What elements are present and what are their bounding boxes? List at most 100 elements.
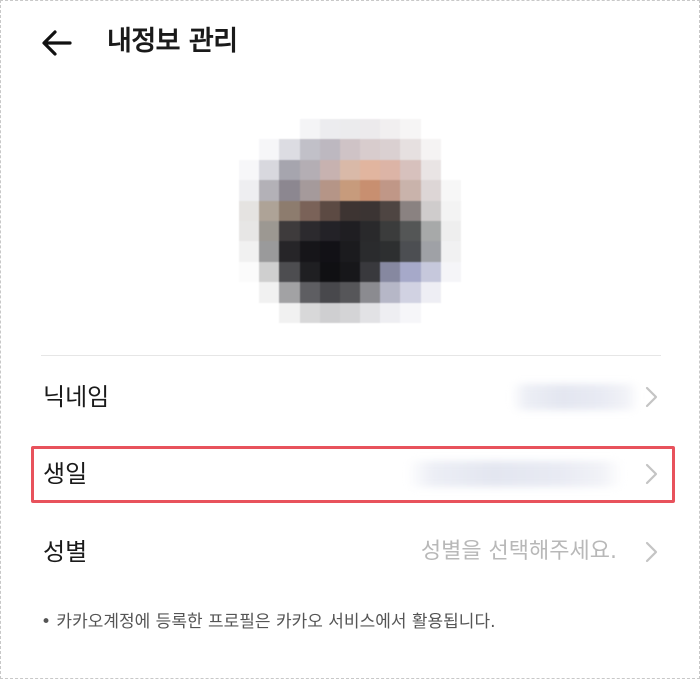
- avatar-pixel: [339, 119, 361, 140]
- avatar-pixel: [319, 282, 340, 303]
- avatar-pixel: [239, 282, 260, 303]
- avatar-pixel: [279, 241, 300, 262]
- avatar-pixel: [380, 159, 401, 181]
- avatar-pixel: [360, 241, 381, 262]
- avatar-pixel: [279, 302, 300, 323]
- avatar-pixel: [239, 119, 260, 140]
- chevron-right-icon: [645, 386, 658, 408]
- avatar-pixel: [299, 282, 320, 303]
- avatar-pixel: [299, 220, 320, 242]
- back-button[interactable]: [37, 23, 77, 63]
- avatar-pixel: [259, 119, 280, 140]
- avatar-pixel: [259, 220, 280, 242]
- avatar-pixel: [380, 302, 401, 323]
- avatar-pixel: [360, 220, 381, 242]
- avatar-pixel: [279, 119, 300, 140]
- avatar-pixel: [380, 220, 401, 242]
- avatar-pixel: [440, 139, 461, 160]
- avatar-pixel: [239, 261, 260, 283]
- avatar-pixel: [360, 302, 381, 323]
- birthday-label: 생일: [43, 460, 88, 488]
- avatar-pixel: [299, 119, 320, 140]
- avatar-pixel: [239, 241, 260, 262]
- gender-placeholder: 성별을 선택해주세요.: [420, 539, 617, 564]
- avatar-pixel: [380, 282, 401, 303]
- gender-label: 성별: [43, 538, 88, 566]
- avatar-pixel: [299, 180, 320, 201]
- avatar-pixel: [400, 200, 421, 221]
- avatar-pixel: [360, 282, 381, 303]
- gender-row[interactable]: 성별 성별을 선택해주세요.: [41, 522, 661, 582]
- avatar-pixel: [420, 241, 441, 262]
- avatar-pixel: [360, 200, 381, 221]
- avatar-pixel: [239, 302, 260, 323]
- avatar-pixel: [319, 180, 340, 201]
- avatar-pixel: [360, 139, 381, 160]
- avatar-pixel: [360, 159, 381, 181]
- avatar-pixel: [339, 200, 361, 221]
- avatar-pixel: [239, 139, 260, 160]
- app-frame: 내정보 관리 닉네임 생일 성별 성별을 선택해주세요. • 카카오계정에 등록…: [0, 0, 700, 679]
- avatar-pixel: [279, 282, 300, 303]
- avatar-pixel: [259, 159, 280, 181]
- avatar-pixel: [420, 139, 441, 160]
- avatar-pixel: [239, 180, 260, 201]
- avatar-pixel: [239, 159, 260, 181]
- header: 내정보 관리: [1, 1, 699, 85]
- avatar-pixel: [400, 180, 421, 201]
- avatar-pixel: [259, 180, 280, 201]
- info-note: • 카카오계정에 등록한 프로필은 카카오 서비스에서 활용됩니다.: [41, 612, 496, 632]
- avatar-pixel: [400, 241, 421, 262]
- avatar-pixel: [299, 159, 320, 181]
- avatar-pixel: [420, 180, 441, 201]
- chevron-right-icon: [645, 541, 658, 563]
- avatar-pixel: [380, 119, 401, 140]
- avatar-pixel: [339, 261, 361, 283]
- avatar-pixel: [319, 241, 340, 262]
- birthday-row[interactable]: 생일: [41, 444, 661, 504]
- avatar-pixel: [380, 261, 401, 283]
- avatar-pixel: [440, 220, 461, 242]
- avatar-pixel: [380, 200, 401, 221]
- avatar-pixel: [360, 180, 381, 201]
- avatar-pixel: [259, 302, 280, 323]
- avatar-pixel: [279, 200, 300, 221]
- avatar-pixel: [319, 302, 340, 323]
- profile-avatar[interactable]: [239, 119, 461, 323]
- avatar-pixel: [400, 220, 421, 242]
- nickname-row[interactable]: 닉네임: [41, 367, 661, 427]
- avatar-pixel: [400, 261, 421, 283]
- avatar-pixel: [360, 119, 381, 140]
- avatar-pixel: [420, 220, 441, 242]
- avatar-pixel: [440, 261, 461, 283]
- chevron-right-icon: [645, 463, 658, 485]
- avatar-pixel: [339, 139, 361, 160]
- avatar-pixel: [420, 200, 441, 221]
- avatar-pixel: [400, 159, 421, 181]
- avatar-pixel: [259, 261, 280, 283]
- avatar-pixel: [400, 119, 421, 140]
- avatar-pixel: [319, 261, 340, 283]
- avatar-pixel: [420, 302, 441, 323]
- avatar-pixel: [360, 261, 381, 283]
- avatar-image: [239, 119, 461, 323]
- avatar-pixel: [339, 282, 361, 303]
- avatar-pixel: [339, 220, 361, 242]
- avatar-pixel: [319, 220, 340, 242]
- birthday-value-redacted: [407, 461, 623, 487]
- avatar-pixel: [440, 180, 461, 201]
- avatar-pixel: [279, 159, 300, 181]
- nickname-label: 닉네임: [43, 383, 110, 411]
- avatar-pixel: [279, 261, 300, 283]
- avatar-pixel: [440, 119, 461, 140]
- avatar-pixel: [239, 200, 260, 221]
- avatar-pixel: [259, 200, 280, 221]
- avatar-pixel: [299, 261, 320, 283]
- avatar-pixel: [400, 302, 421, 323]
- avatar-pixel: [319, 200, 340, 221]
- avatar-pixel: [380, 241, 401, 262]
- page-title: 내정보 관리: [107, 26, 238, 57]
- avatar-pixel: [319, 119, 340, 140]
- avatar-pixel: [339, 180, 361, 201]
- avatar-pixel: [259, 282, 280, 303]
